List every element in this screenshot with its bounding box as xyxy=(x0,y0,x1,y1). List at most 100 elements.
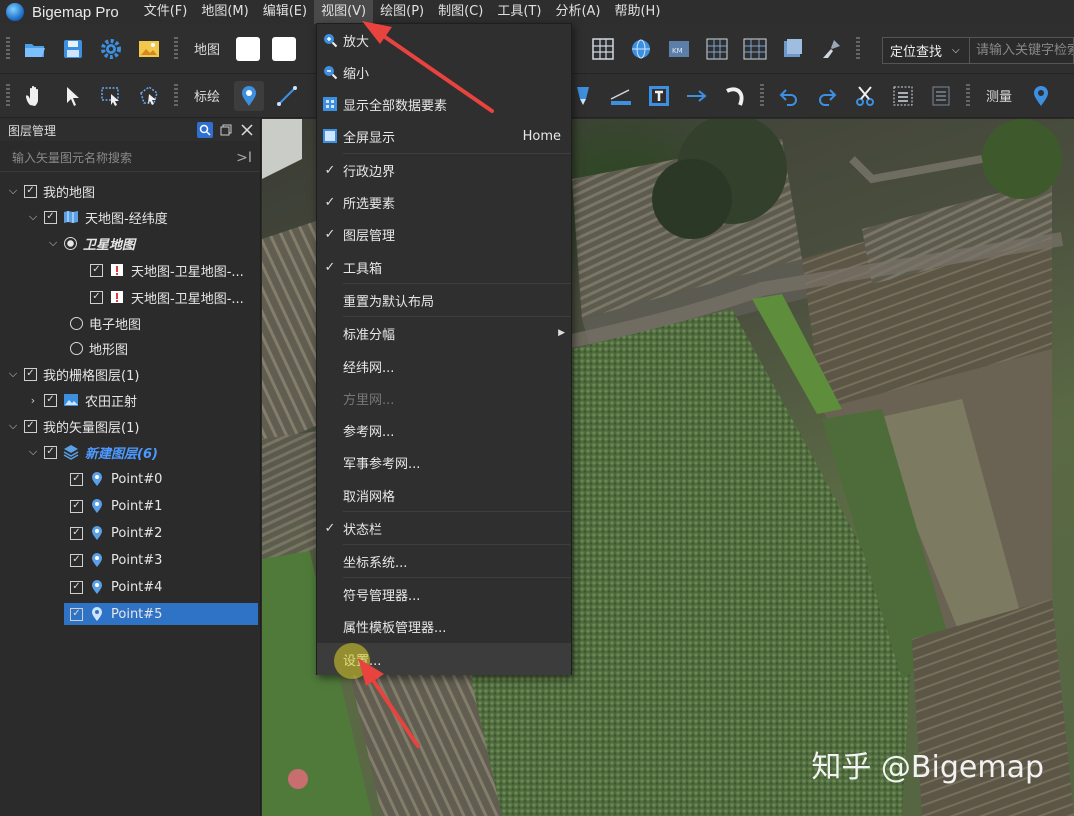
chevron-down-icon[interactable]: ⌵ xyxy=(6,419,20,433)
tree-node-point-4[interactable]: ✓ Point#4 xyxy=(66,576,258,598)
toolbar-grip[interactable] xyxy=(174,36,178,61)
chevron-right-icon[interactable]: › xyxy=(26,394,40,407)
tree-node-raster-layers[interactable]: ⌵ ✓ 我的栅格图层(1) xyxy=(6,363,140,385)
basemap-radio[interactable] xyxy=(70,316,83,330)
layer-checkbox[interactable]: ✓ xyxy=(70,580,83,594)
tree-node-my-map[interactable]: ⌵ ✓ 我的地图 xyxy=(6,180,95,202)
menu-item-attribute-template-manager[interactable]: 属性模板管理器... xyxy=(317,610,571,642)
layer-checkbox[interactable]: ✓ xyxy=(24,184,37,198)
save-icon[interactable] xyxy=(58,34,88,64)
close-icon[interactable] xyxy=(239,122,255,138)
menu-item-symbol-manager[interactable]: 符号管理器... xyxy=(317,578,571,610)
menu-cartography[interactable]: 制图(C) xyxy=(431,0,490,24)
basemap-radio[interactable] xyxy=(70,341,83,355)
search-icon[interactable] xyxy=(197,122,213,138)
menu-item-zoom-in[interactable]: 放大 xyxy=(317,24,571,56)
menu-draw[interactable]: 绘图(P) xyxy=(373,0,431,24)
tree-node-satellite-map[interactable]: ⌵ 卫星地图 xyxy=(46,232,135,254)
restore-window-icon[interactable] xyxy=(218,122,234,138)
toolbar-grip[interactable] xyxy=(760,83,765,108)
open-folder-icon[interactable] xyxy=(20,34,50,64)
menu-tools[interactable]: 工具(T) xyxy=(490,0,548,24)
km-grid-icon[interactable]: KM xyxy=(664,34,694,64)
menu-item-zoom-out[interactable]: 缩小 xyxy=(317,56,571,88)
mgrs-grid-icon[interactable] xyxy=(740,34,770,64)
tree-node-vector-layers[interactable]: ⌵ ✓ 我的矢量图层(1) xyxy=(6,415,140,437)
grid-icon[interactable] xyxy=(588,34,618,64)
tree-node-point-2[interactable]: ✓ Point#2 xyxy=(66,522,258,544)
nm-grid-icon[interactable] xyxy=(702,34,732,64)
settings-gear-icon[interactable] xyxy=(96,34,126,64)
arrow-right-icon[interactable] xyxy=(682,81,712,111)
line-tool-icon[interactable] xyxy=(272,81,302,111)
polygon-select-icon[interactable] xyxy=(134,81,164,111)
layer-checkbox[interactable]: ✓ xyxy=(70,526,83,540)
locate-select[interactable]: 定位查找 ⌵ xyxy=(882,37,970,64)
tree-node-point-5[interactable]: ✓ Point#5 xyxy=(64,603,258,625)
pen-shape-icon[interactable] xyxy=(568,81,598,111)
basemap-thumbnail[interactable] xyxy=(272,36,297,61)
curve-tool-icon[interactable] xyxy=(720,81,750,111)
menu-item-graticule[interactable]: 经纬网... xyxy=(317,350,571,382)
list-document-icon[interactable] xyxy=(926,81,956,111)
attribute-table-icon[interactable] xyxy=(888,81,918,111)
tree-node-tianditu-satellite-1[interactable]: ✓ 天地图-卫星地图-... xyxy=(86,259,244,281)
measure-ruler-icon[interactable] xyxy=(606,81,636,111)
menu-item-layer-manager[interactable]: ✓ 图层管理 xyxy=(317,218,571,250)
text-tool-icon[interactable] xyxy=(644,81,674,111)
tree-node-terrain-map[interactable]: 地形图 xyxy=(66,337,128,359)
layer-checkbox[interactable]: ✓ xyxy=(70,553,83,567)
menu-item-cancel-grid[interactable]: 取消网格 xyxy=(317,479,571,511)
layer-checkbox[interactable]: ✓ xyxy=(70,472,83,486)
toolbar-grip[interactable] xyxy=(856,36,861,61)
toolbar-grip[interactable] xyxy=(174,83,178,108)
menu-item-coordinate-system[interactable]: 坐标系统... xyxy=(317,545,571,577)
cut-scissors-icon[interactable] xyxy=(850,81,880,111)
point-marker-tool-icon[interactable] xyxy=(234,80,265,111)
tree-node-tianditu-satellite-2[interactable]: ✓ 天地图-卫星地图-... xyxy=(86,286,244,308)
basemap-radio[interactable] xyxy=(64,236,77,250)
chevron-down-icon[interactable]: ⌵ xyxy=(26,445,40,459)
location-pin-icon[interactable] xyxy=(1026,81,1056,111)
menu-edit[interactable]: 编辑(E) xyxy=(256,0,314,24)
image-icon[interactable] xyxy=(134,34,164,64)
layer-checkbox[interactable]: ✓ xyxy=(70,607,83,621)
menu-item-fullscreen[interactable]: 全屏显示 Home xyxy=(317,120,571,152)
layer-checkbox[interactable]: ✓ xyxy=(90,263,103,277)
layer-search-field[interactable]: 输入矢量图元名称搜索 >I xyxy=(0,144,260,172)
chevron-down-icon[interactable]: ⌵ xyxy=(6,367,20,381)
keyword-search-input[interactable]: 请输入关键字检索 xyxy=(970,37,1074,64)
menu-item-reference-grid[interactable]: 参考网... xyxy=(317,414,571,446)
tree-node-point-1[interactable]: ✓ Point#1 xyxy=(66,495,258,517)
chevron-down-icon[interactable]: ⌵ xyxy=(46,236,60,250)
layer-document-icon[interactable] xyxy=(778,34,808,64)
pan-hand-icon[interactable] xyxy=(20,81,50,111)
basemap-thumbnail[interactable] xyxy=(236,36,261,61)
toolbar-grip[interactable] xyxy=(6,83,10,108)
menu-help[interactable]: 帮助(H) xyxy=(607,0,667,24)
layer-checkbox[interactable]: ✓ xyxy=(24,419,37,433)
tree-node-tianditu-latlng[interactable]: ⌵ ✓ 天地图-经纬度 xyxy=(26,206,168,228)
brush-clear-icon[interactable] xyxy=(816,34,846,64)
menu-item-admin-boundary[interactable]: ✓ 行政边界 xyxy=(317,154,571,186)
menu-item-show-all-features[interactable]: 显示全部数据要素 xyxy=(317,88,571,120)
tree-node-new-layer[interactable]: ⌵ ✓ 新建图层(6) xyxy=(26,441,158,463)
layer-checkbox[interactable]: ✓ xyxy=(24,367,37,381)
menu-item-standard-sheets[interactable]: 标准分幅 ▶ xyxy=(317,317,571,349)
toolbar-grip[interactable] xyxy=(966,83,971,108)
chevron-down-icon[interactable]: ⌵ xyxy=(26,210,40,224)
layer-checkbox[interactable]: ✓ xyxy=(90,290,103,304)
menu-item-military-grid[interactable]: 军事参考网... xyxy=(317,446,571,478)
undo-icon[interactable] xyxy=(774,81,804,111)
select-arrow-icon[interactable] xyxy=(58,81,88,111)
menu-item-status-bar[interactable]: ✓ 状态栏 xyxy=(317,512,571,544)
tree-node-point-0[interactable]: ✓ Point#0 xyxy=(66,468,258,490)
layer-checkbox[interactable]: ✓ xyxy=(44,393,57,407)
menu-view[interactable]: 视图(V) xyxy=(314,0,374,24)
tree-node-farmland-orthophoto[interactable]: › ✓ 农田正射 xyxy=(26,389,137,411)
redo-icon[interactable] xyxy=(812,81,842,111)
menu-item-reset-layout[interactable]: 重置为默认布局 xyxy=(317,284,571,316)
layer-checkbox[interactable]: ✓ xyxy=(70,499,83,513)
collapse-search-icon[interactable]: >I xyxy=(236,150,252,166)
tree-node-point-3[interactable]: ✓ Point#3 xyxy=(66,549,258,571)
